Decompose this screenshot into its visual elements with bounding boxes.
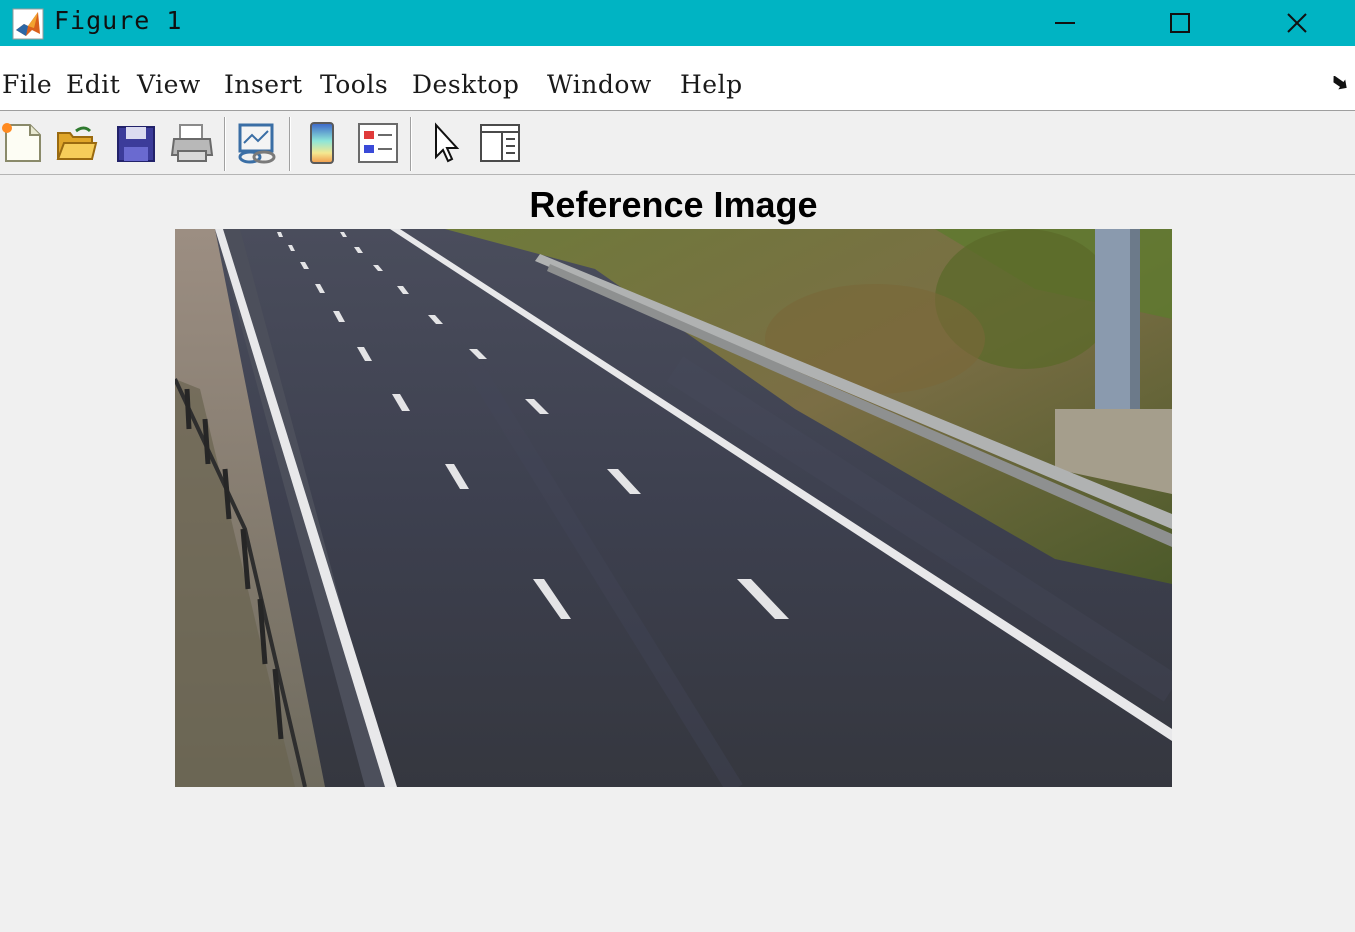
edit-plot-icon [435,122,460,163]
menu-view[interactable]: View [137,70,201,102]
link-plot-button[interactable] [234,121,278,165]
menu-file[interactable]: File [2,70,52,102]
menu-desktop[interactable]: Desktop [412,70,519,102]
menu-bar: File Edit View Insert Tools Desktop Wind… [0,46,1355,111]
open-file-icon [56,126,98,160]
insert-legend-button[interactable] [356,121,400,165]
matlab-icon [12,8,44,40]
close-icon [1287,13,1307,33]
print-icon [170,124,214,162]
menu-insert[interactable]: Insert [224,70,303,102]
window-title: Figure 1 [54,6,183,35]
save-icon [117,126,155,162]
menu-window[interactable]: Window [547,70,652,102]
property-inspector-icon [480,124,520,162]
toolbar-separator [410,117,412,171]
link-plot-icon [238,123,276,164]
save-button[interactable] [114,121,158,165]
property-inspector-button[interactable] [478,121,522,165]
menu-help[interactable]: Help [680,70,743,102]
maximize-button[interactable] [1122,0,1238,46]
new-figure-button[interactable] [0,121,44,165]
minimize-button[interactable] [1007,0,1123,46]
dock-arrow-icon[interactable] [1326,75,1348,101]
insert-legend-icon [358,123,398,163]
highway-road-image [173,229,1181,794]
reference-image[interactable] [173,229,1181,794]
insert-colorbar-button[interactable] [300,121,344,165]
close-button[interactable] [1239,0,1355,46]
figure-toolbar [0,111,1355,175]
print-button[interactable] [170,121,214,165]
toolbar-separator [289,117,291,171]
title-bar[interactable]: Figure 1 [0,0,1355,46]
menu-tools[interactable]: Tools [320,70,388,102]
open-file-button[interactable] [54,121,98,165]
insert-colorbar-icon [310,122,334,164]
axes-title: Reference Image [529,184,818,225]
menu-edit[interactable]: Edit [66,70,120,102]
maximize-icon [1170,13,1190,33]
toolbar-separator [224,117,226,171]
new-figure-icon [2,123,41,162]
edit-plot-button[interactable] [424,121,468,165]
minimize-icon [1055,22,1075,24]
